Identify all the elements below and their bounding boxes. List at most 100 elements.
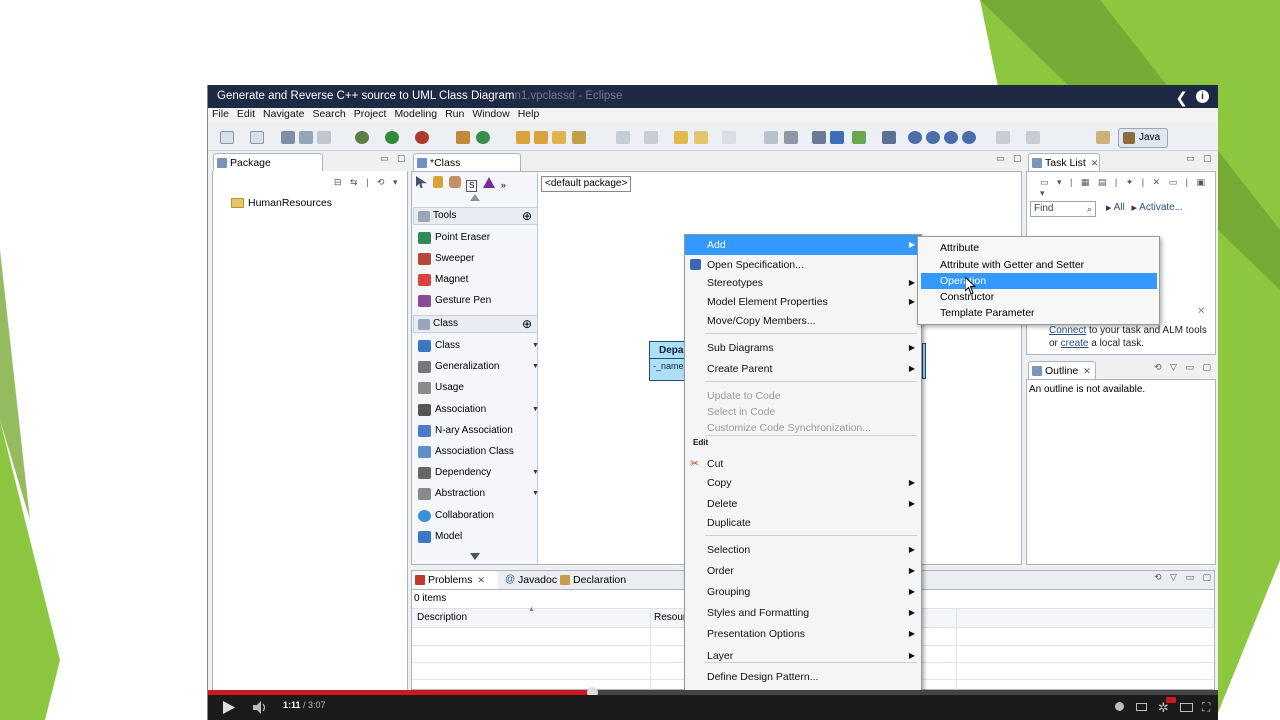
problems-minmax-icon[interactable]: ⟲ ▽ ▭ ▢ xyxy=(1154,572,1214,583)
tab-outline[interactable]: Outline ✕ xyxy=(1028,361,1096,379)
tab-class-diagram[interactable]: *Class Diagram1✕ xyxy=(413,153,521,187)
menu-modeling[interactable]: Modeling xyxy=(390,108,441,121)
palette-item-collaboration[interactable]: Collaboration xyxy=(413,509,494,523)
palette-item-n-ary-association[interactable]: N-ary Association xyxy=(413,424,513,438)
vp-layout-icon[interactable] xyxy=(830,131,844,144)
task-list-minmax-icon[interactable]: ▭ ▢ xyxy=(1186,153,1215,164)
filter-all-link[interactable]: All xyxy=(1114,202,1125,213)
menu-item-move-copy-members[interactable]: Move/Copy Members... xyxy=(685,311,921,331)
close-icon[interactable]: ✕ xyxy=(1083,366,1091,376)
align-icon[interactable] xyxy=(996,131,1010,144)
palette-scroll-up-icon[interactable] xyxy=(470,194,480,201)
palette-item-gesture-pen[interactable]: Gesture Pen xyxy=(413,294,491,308)
tab-javadoc[interactable]: @ Javadoc xyxy=(502,571,557,589)
dropdown-arrow-icon[interactable]: ▼ xyxy=(532,339,539,353)
forward-icon[interactable] xyxy=(722,131,736,144)
menu-item-open-specification[interactable]: Open Specification... xyxy=(685,255,921,275)
submenu-item-template-parameter[interactable]: Template Parameter xyxy=(921,305,1157,321)
palette-item-abstraction[interactable]: Abstraction ▼ xyxy=(413,487,539,501)
menu-item-order[interactable]: Order ▶ xyxy=(685,561,921,581)
zoom-menu-icon[interactable] xyxy=(962,131,976,144)
close-icon[interactable]: ✕ xyxy=(477,575,485,585)
java-perspective-button[interactable]: Java xyxy=(1118,128,1168,148)
format-brush-icon[interactable] xyxy=(882,131,896,144)
tab-declaration[interactable]: Declaration xyxy=(557,571,632,589)
column-resource[interactable]: Resour xyxy=(654,612,686,623)
submenu-item-attribute-with-getter-and-setter[interactable]: Attribute with Getter and Setter xyxy=(921,257,1157,273)
menu-window[interactable]: Window xyxy=(468,108,513,121)
column-description[interactable]: Description xyxy=(417,612,467,623)
package-label[interactable]: <default package> xyxy=(541,176,632,192)
create-link[interactable]: create xyxy=(1061,338,1089,349)
menu-item-define-design-pattern[interactable]: Define Design Pattern... xyxy=(685,667,921,687)
palette-item-class[interactable]: Class ▼ xyxy=(413,339,539,353)
play-icon[interactable] xyxy=(223,701,235,714)
palette-item-association[interactable]: Association ▼ xyxy=(413,403,539,417)
prev-annotation-icon[interactable] xyxy=(644,131,658,144)
dropdown-arrow-icon[interactable]: ▼ xyxy=(532,466,539,480)
palette-item-association-class[interactable]: Association Class xyxy=(413,445,514,459)
menu-item-sub-diagrams[interactable]: Sub Diagrams ▶ xyxy=(685,338,921,358)
submenu-item-operation[interactable]: Operation xyxy=(921,273,1157,289)
select-tool-icon[interactable] xyxy=(416,176,427,188)
dropdown-arrow-icon[interactable]: ▼ xyxy=(532,360,539,374)
menu-item-add[interactable]: Add ▶ xyxy=(685,235,921,255)
palette-item-magnet[interactable]: Magnet xyxy=(413,273,468,287)
palette-item-sweeper[interactable]: Sweeper xyxy=(413,252,474,266)
menu-item-create-parent[interactable]: Create Parent ▶ xyxy=(685,359,921,379)
hand-tool-icon[interactable] xyxy=(448,176,461,188)
tab-problems[interactable]: Problems ✕ xyxy=(412,571,498,589)
menu-run[interactable]: Run xyxy=(441,108,468,121)
info-icon[interactable]: i xyxy=(1196,90,1209,103)
vp-diagram-icon[interactable] xyxy=(784,131,798,144)
run-icon[interactable] xyxy=(385,131,399,144)
palette-item-usage[interactable]: Usage xyxy=(413,381,464,395)
task-find-input[interactable]: Find ⌕ xyxy=(1030,201,1096,217)
save-all-icon[interactable] xyxy=(299,131,313,144)
collapse-all-icon[interactable]: ⊟ ⇆ | ⟲ ▾ xyxy=(334,177,400,188)
info-card-icon[interactable] xyxy=(1115,702,1124,711)
theater-mode-icon[interactable] xyxy=(1180,703,1193,712)
submenu-item-attribute[interactable]: Attribute xyxy=(921,240,1157,256)
menu-item-selection[interactable]: Selection ▶ xyxy=(685,540,921,560)
palette-group-class[interactable]: Class ⊕ xyxy=(413,315,538,333)
menu-help[interactable]: Help xyxy=(514,108,544,121)
more-tools-icon[interactable]: » xyxy=(501,180,506,190)
tab-task-list[interactable]: Task List ✕ xyxy=(1028,153,1100,171)
menu-project[interactable]: Project xyxy=(350,108,391,121)
triangle-tool-icon[interactable] xyxy=(483,177,496,188)
dropdown-arrow-icon[interactable]: ▼ xyxy=(532,487,539,501)
distribute-icon[interactable] xyxy=(1026,131,1040,144)
vp-print-icon[interactable] xyxy=(812,131,826,144)
tree-item-humanresources[interactable]: HumanResources xyxy=(231,196,332,210)
menu-item-duplicate[interactable]: Duplicate xyxy=(685,513,921,533)
dropdown-arrow-icon[interactable]: ▼ xyxy=(532,403,539,417)
palette-group-tools[interactable]: Tools ⊕ xyxy=(413,207,538,225)
pin-icon[interactable]: ⊕ xyxy=(522,208,532,224)
s-tool-icon[interactable]: S xyxy=(466,180,478,192)
close-icon[interactable]: ✕ xyxy=(1197,306,1205,317)
menu-item-delete[interactable]: Delete ▶ xyxy=(685,494,921,514)
palette-item-point-eraser[interactable]: Point Eraser xyxy=(413,231,490,245)
new-package-icon[interactable] xyxy=(456,131,470,144)
menu-item-presentation-options[interactable]: Presentation Options ▶ xyxy=(685,624,921,644)
share-icon[interactable]: ❮ xyxy=(1175,87,1188,110)
vp-export-icon[interactable] xyxy=(852,131,866,144)
menu-file[interactable]: File xyxy=(208,108,233,121)
editor-minmax-icon[interactable]: ▭ ▢ xyxy=(996,153,1025,164)
package-explorer-minmax-icon[interactable]: ▭ ▢ xyxy=(380,153,409,164)
connect-link[interactable]: Connect xyxy=(1049,325,1086,336)
palette-item-dependency[interactable]: Dependency ▼ xyxy=(413,466,539,480)
zoom-out-icon[interactable] xyxy=(926,131,940,144)
external-tools-icon[interactable] xyxy=(415,131,429,144)
video-player[interactable]: Generate and Reverse C++ source to UML C… xyxy=(207,85,1218,720)
back-icon[interactable] xyxy=(694,131,708,144)
zoom-fit-icon[interactable] xyxy=(944,131,958,144)
subtitles-icon[interactable] xyxy=(1136,703,1147,711)
palette-scroll-down-icon[interactable] xyxy=(470,553,480,560)
open-type-icon[interactable] xyxy=(516,131,530,144)
filter-activate-link[interactable]: Activate... xyxy=(1139,202,1183,213)
last-edit-icon[interactable] xyxy=(674,131,688,144)
menu-item-stereotypes[interactable]: Stereotypes ▶ xyxy=(685,273,921,293)
menu-item-cut[interactable]: ✂ Cut xyxy=(685,454,921,474)
